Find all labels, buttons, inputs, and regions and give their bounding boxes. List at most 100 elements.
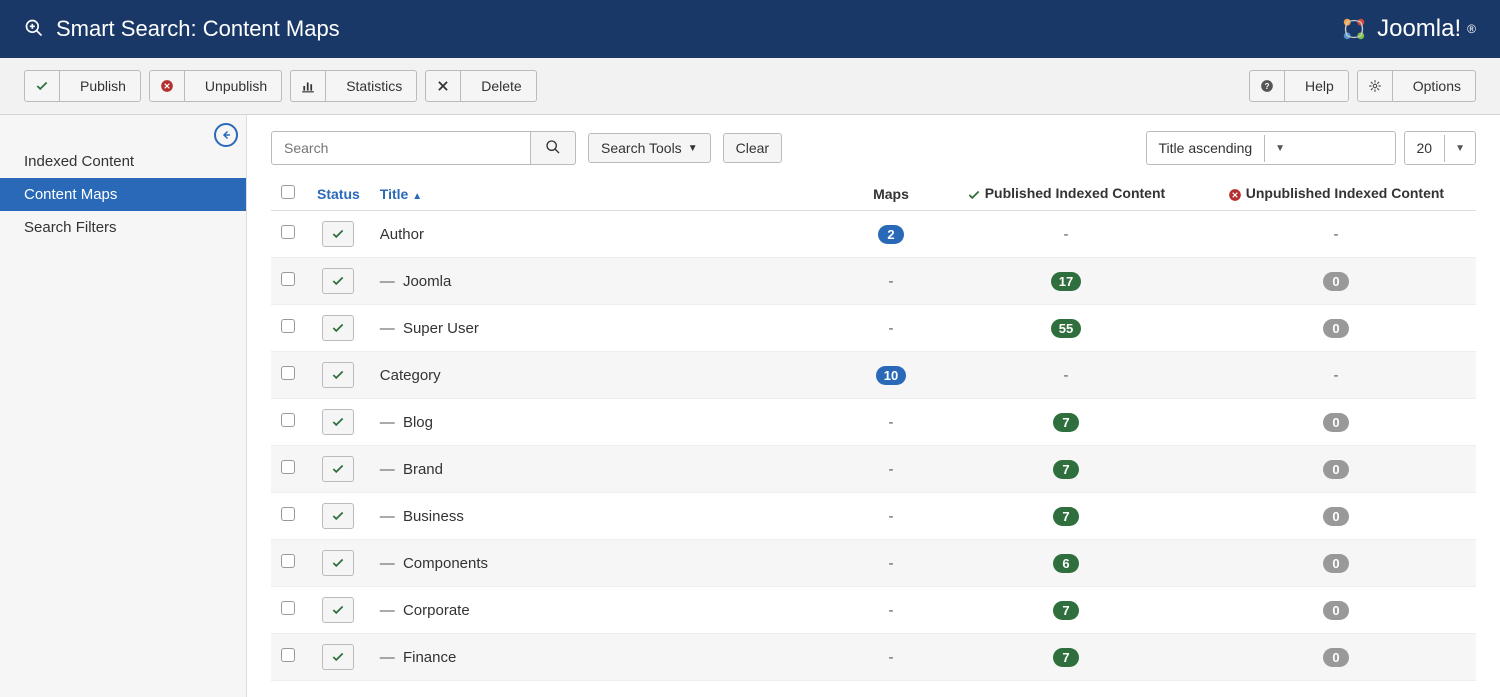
row-title[interactable]: — Super User xyxy=(370,305,846,352)
limit-select[interactable]: 20 ▼ xyxy=(1404,131,1476,165)
table-row: — Components-60 xyxy=(271,540,1476,587)
column-title[interactable]: Title ▲ xyxy=(370,177,846,211)
tree-indent: — xyxy=(380,273,399,290)
status-toggle[interactable] xyxy=(322,315,354,341)
table-row: — Super User-550 xyxy=(271,305,1476,352)
row-title[interactable]: — Corporate xyxy=(370,587,846,634)
row-maps: - xyxy=(846,305,936,352)
table-row: — Blog-70 xyxy=(271,399,1476,446)
status-toggle[interactable] xyxy=(322,550,354,576)
tree-indent: — xyxy=(380,649,399,666)
status-toggle[interactable] xyxy=(322,221,354,247)
row-checkbox[interactable] xyxy=(281,601,295,615)
statistics-button[interactable]: Statistics xyxy=(290,70,417,102)
row-checkbox[interactable] xyxy=(281,507,295,521)
caret-down-icon: ▼ xyxy=(1264,135,1295,162)
row-title[interactable]: — Finance xyxy=(370,634,846,681)
tree-indent: — xyxy=(380,602,399,619)
tree-indent: — xyxy=(380,320,399,337)
tree-indent: — xyxy=(380,414,399,431)
row-title[interactable]: Category xyxy=(370,352,846,399)
arrow-left-icon xyxy=(220,129,232,141)
row-maps: - xyxy=(846,493,936,540)
check-icon xyxy=(35,79,49,93)
row-published: 7 xyxy=(936,587,1196,634)
check-icon xyxy=(331,509,345,523)
sidebar-item[interactable]: Content Maps xyxy=(0,178,246,211)
sort-select[interactable]: Title ascending ▼ xyxy=(1146,131,1396,165)
status-toggle[interactable] xyxy=(322,409,354,435)
stats-icon xyxy=(301,79,315,93)
row-maps: - xyxy=(846,634,936,681)
svg-text:?: ? xyxy=(1264,82,1269,91)
check-icon xyxy=(331,415,345,429)
status-toggle[interactable] xyxy=(322,597,354,623)
sort-asc-icon: ▲ xyxy=(412,191,422,202)
row-unpublished: 0 xyxy=(1196,399,1476,446)
row-title[interactable]: — Components xyxy=(370,540,846,587)
table-row: Author2-- xyxy=(271,211,1476,258)
row-unpublished: 0 xyxy=(1196,493,1476,540)
trademark-symbol: ® xyxy=(1467,22,1476,36)
column-status[interactable]: Status xyxy=(307,177,370,211)
column-published: Published Indexed Content xyxy=(936,177,1196,211)
row-published: 7 xyxy=(936,446,1196,493)
row-checkbox[interactable] xyxy=(281,272,295,286)
tree-indent: — xyxy=(380,555,399,572)
row-checkbox[interactable] xyxy=(281,225,295,239)
search-input[interactable] xyxy=(271,131,531,165)
gear-icon xyxy=(1368,79,1382,93)
select-all-checkbox[interactable] xyxy=(281,185,295,199)
status-toggle[interactable] xyxy=(322,503,354,529)
publish-button[interactable]: Publish xyxy=(24,70,141,102)
zoom-in-icon xyxy=(24,18,44,41)
row-published: 7 xyxy=(936,634,1196,681)
clear-button[interactable]: Clear xyxy=(723,133,782,163)
column-maps: Maps xyxy=(846,177,936,211)
row-checkbox[interactable] xyxy=(281,319,295,333)
sidebar-item[interactable]: Indexed Content xyxy=(0,145,246,178)
check-icon xyxy=(331,556,345,570)
sidebar-item[interactable]: Search Filters xyxy=(0,211,246,244)
row-unpublished: 0 xyxy=(1196,446,1476,493)
check-icon xyxy=(331,368,345,382)
main-content: Search Tools ▼ Clear Title ascending ▼ 2… xyxy=(247,115,1500,697)
joomla-logo: Joomla!® xyxy=(1337,12,1476,46)
row-title[interactable]: — Business xyxy=(370,493,846,540)
row-unpublished: 0 xyxy=(1196,305,1476,352)
options-button[interactable]: Options xyxy=(1357,70,1476,102)
row-unpublished: 0 xyxy=(1196,634,1476,681)
row-checkbox[interactable] xyxy=(281,366,295,380)
row-unpublished: - xyxy=(1196,352,1476,399)
delete-button[interactable]: Delete xyxy=(425,70,536,102)
unpublish-button[interactable]: Unpublish xyxy=(149,70,282,102)
row-title[interactable]: — Blog xyxy=(370,399,846,446)
caret-down-icon: ▼ xyxy=(1444,135,1475,162)
help-button[interactable]: ? Help xyxy=(1249,70,1349,102)
row-unpublished: 0 xyxy=(1196,587,1476,634)
row-maps: - xyxy=(846,399,936,446)
search-submit-button[interactable] xyxy=(531,131,576,165)
row-published: 7 xyxy=(936,399,1196,446)
sidebar-collapse-button[interactable] xyxy=(214,123,238,147)
row-title[interactable]: — Joomla xyxy=(370,258,846,305)
caret-down-icon: ▼ xyxy=(688,143,698,154)
row-title[interactable]: Author xyxy=(370,211,846,258)
check-icon xyxy=(331,274,345,288)
row-maps: - xyxy=(846,258,936,305)
row-checkbox[interactable] xyxy=(281,648,295,662)
filter-bar: Search Tools ▼ Clear Title ascending ▼ 2… xyxy=(271,131,1476,165)
status-toggle[interactable] xyxy=(322,362,354,388)
row-checkbox[interactable] xyxy=(281,413,295,427)
row-checkbox[interactable] xyxy=(281,554,295,568)
status-toggle[interactable] xyxy=(322,268,354,294)
page-header: Smart Search: Content Maps Joomla!® xyxy=(0,0,1500,58)
search-tools-button[interactable]: Search Tools ▼ xyxy=(588,133,711,163)
check-icon xyxy=(331,650,345,664)
status-toggle[interactable] xyxy=(322,456,354,482)
row-checkbox[interactable] xyxy=(281,460,295,474)
column-unpublished: Unpublished Indexed Content xyxy=(1196,177,1476,211)
status-toggle[interactable] xyxy=(322,644,354,670)
row-title[interactable]: — Brand xyxy=(370,446,846,493)
toolbar: Publish Unpublish Statistics Delete ? He… xyxy=(0,58,1500,115)
